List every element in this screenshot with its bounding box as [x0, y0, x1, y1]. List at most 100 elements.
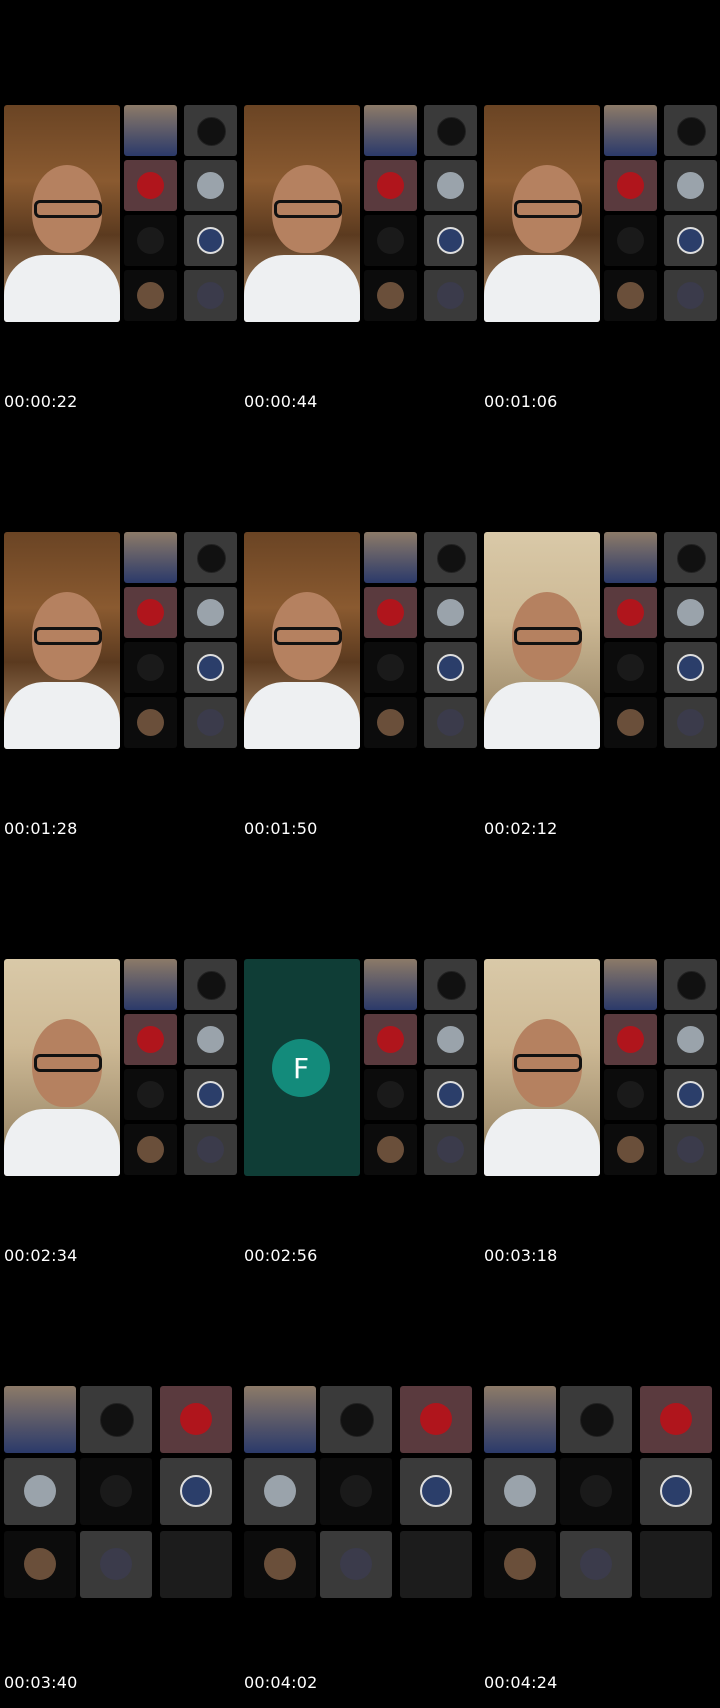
participant-tile-suit[interactable]: [424, 697, 477, 748]
participant-tile-blue[interactable]: [400, 1458, 472, 1525]
participant-tile-cap-man[interactable]: [604, 959, 657, 1010]
main-speaker-tile[interactable]: [4, 105, 120, 322]
participant-tile-cap-man[interactable]: [604, 532, 657, 583]
participant-tile-suit[interactable]: [664, 697, 717, 748]
participant-tile-grey[interactable]: [184, 160, 237, 211]
participant-tile-dark[interactable]: [604, 215, 657, 266]
participant-tile-red[interactable]: [364, 160, 417, 211]
participant-tile-grey[interactable]: [664, 587, 717, 638]
participant-tile-group[interactable]: [604, 697, 657, 748]
participant-tile-blue[interactable]: [664, 1069, 717, 1120]
participant-tile-group[interactable]: [604, 1124, 657, 1175]
participant-tile-dark[interactable]: [604, 642, 657, 693]
participant-tile-red[interactable]: [124, 587, 177, 638]
participant-tile-group[interactable]: [4, 1531, 76, 1598]
participant-tile-suit[interactable]: [184, 697, 237, 748]
participant-tile-grey[interactable]: [664, 160, 717, 211]
participant-tile-black[interactable]: [320, 1386, 392, 1453]
participant-tile-blue[interactable]: [664, 642, 717, 693]
participant-tile-black[interactable]: [424, 532, 477, 583]
participant-tile-red[interactable]: [640, 1386, 712, 1453]
participant-tile-cap-man[interactable]: [244, 1386, 316, 1453]
participant-tile-black[interactable]: [424, 959, 477, 1010]
participant-tile-red[interactable]: [604, 160, 657, 211]
participant-tile-dark[interactable]: [364, 1069, 417, 1120]
participant-tile-black[interactable]: [184, 105, 237, 156]
participant-tile-cap-man[interactable]: [364, 105, 417, 156]
participant-tile-red[interactable]: [604, 1014, 657, 1065]
participant-tile-group[interactable]: [364, 270, 417, 321]
participant-tile-black[interactable]: [664, 532, 717, 583]
participant-tile-suit[interactable]: [664, 1124, 717, 1175]
participant-tile-dark[interactable]: [364, 642, 417, 693]
participant-tile-red[interactable]: [124, 1014, 177, 1065]
main-speaker-tile[interactable]: [244, 532, 360, 749]
participant-tile-dark[interactable]: [124, 215, 177, 266]
participant-tile-blue[interactable]: [184, 215, 237, 266]
participant-tile-cap-man[interactable]: [4, 1386, 76, 1453]
participant-tile-suit[interactable]: [184, 1124, 237, 1175]
participant-tile-red[interactable]: [124, 160, 177, 211]
participant-tile-cap-man[interactable]: [124, 532, 177, 583]
main-speaker-tile[interactable]: [484, 959, 600, 1176]
main-speaker-tile[interactable]: F: [244, 959, 360, 1176]
participant-tile-blue[interactable]: [184, 642, 237, 693]
participant-tile-dark[interactable]: [80, 1458, 152, 1525]
participant-tile-grey[interactable]: [424, 587, 477, 638]
participant-tile-blue[interactable]: [424, 215, 477, 266]
main-speaker-tile[interactable]: [4, 532, 120, 749]
participant-tile-grey[interactable]: [244, 1458, 316, 1525]
participant-tile-suit[interactable]: [320, 1531, 392, 1598]
participant-tile-grey[interactable]: [184, 1014, 237, 1065]
participant-tile-cap-man[interactable]: [364, 959, 417, 1010]
participant-tile-suit[interactable]: [560, 1531, 632, 1598]
participant-tile-blue[interactable]: [640, 1458, 712, 1525]
participant-tile-group[interactable]: [124, 1124, 177, 1175]
participant-tile-empty[interactable]: [160, 1531, 232, 1598]
participant-tile-blue[interactable]: [160, 1458, 232, 1525]
participant-tile-grey[interactable]: [4, 1458, 76, 1525]
participant-tile-cap-man[interactable]: [604, 105, 657, 156]
participant-tile-dark[interactable]: [320, 1458, 392, 1525]
participant-tile-blue[interactable]: [664, 215, 717, 266]
participant-tile-suit[interactable]: [664, 270, 717, 321]
participant-tile-group[interactable]: [244, 1531, 316, 1598]
participant-tile-group[interactable]: [604, 270, 657, 321]
main-speaker-tile[interactable]: [244, 105, 360, 322]
participant-tile-cap-man[interactable]: [364, 532, 417, 583]
participant-tile-black[interactable]: [664, 959, 717, 1010]
participant-tile-empty[interactable]: [640, 1531, 712, 1598]
participant-tile-blue[interactable]: [424, 1069, 477, 1120]
participant-tile-cap-man[interactable]: [124, 105, 177, 156]
participant-tile-black[interactable]: [80, 1386, 152, 1453]
participant-tile-grey[interactable]: [184, 587, 237, 638]
participant-tile-grey[interactable]: [424, 160, 477, 211]
participant-tile-black[interactable]: [664, 105, 717, 156]
participant-tile-grey[interactable]: [484, 1458, 556, 1525]
participant-tile-grey[interactable]: [424, 1014, 477, 1065]
participant-tile-cap-man[interactable]: [484, 1386, 556, 1453]
participant-tile-dark[interactable]: [124, 642, 177, 693]
participant-tile-red[interactable]: [160, 1386, 232, 1453]
participant-tile-group[interactable]: [124, 270, 177, 321]
participant-tile-cap-man[interactable]: [124, 959, 177, 1010]
participant-tile-blue[interactable]: [184, 1069, 237, 1120]
participant-tile-dark[interactable]: [364, 215, 417, 266]
participant-tile-black[interactable]: [184, 959, 237, 1010]
participant-tile-red[interactable]: [364, 1014, 417, 1065]
participant-tile-red[interactable]: [604, 587, 657, 638]
participant-tile-group[interactable]: [484, 1531, 556, 1598]
participant-tile-suit[interactable]: [424, 1124, 477, 1175]
participant-tile-red[interactable]: [364, 587, 417, 638]
main-speaker-tile[interactable]: [4, 959, 120, 1176]
participant-tile-suit[interactable]: [424, 270, 477, 321]
participant-tile-group[interactable]: [124, 697, 177, 748]
participant-tile-red[interactable]: [400, 1386, 472, 1453]
participant-tile-suit[interactable]: [80, 1531, 152, 1598]
participant-tile-black[interactable]: [424, 105, 477, 156]
participant-tile-group[interactable]: [364, 1124, 417, 1175]
participant-tile-black[interactable]: [560, 1386, 632, 1453]
main-speaker-tile[interactable]: [484, 105, 600, 322]
participant-tile-dark[interactable]: [560, 1458, 632, 1525]
participant-tile-grey[interactable]: [664, 1014, 717, 1065]
